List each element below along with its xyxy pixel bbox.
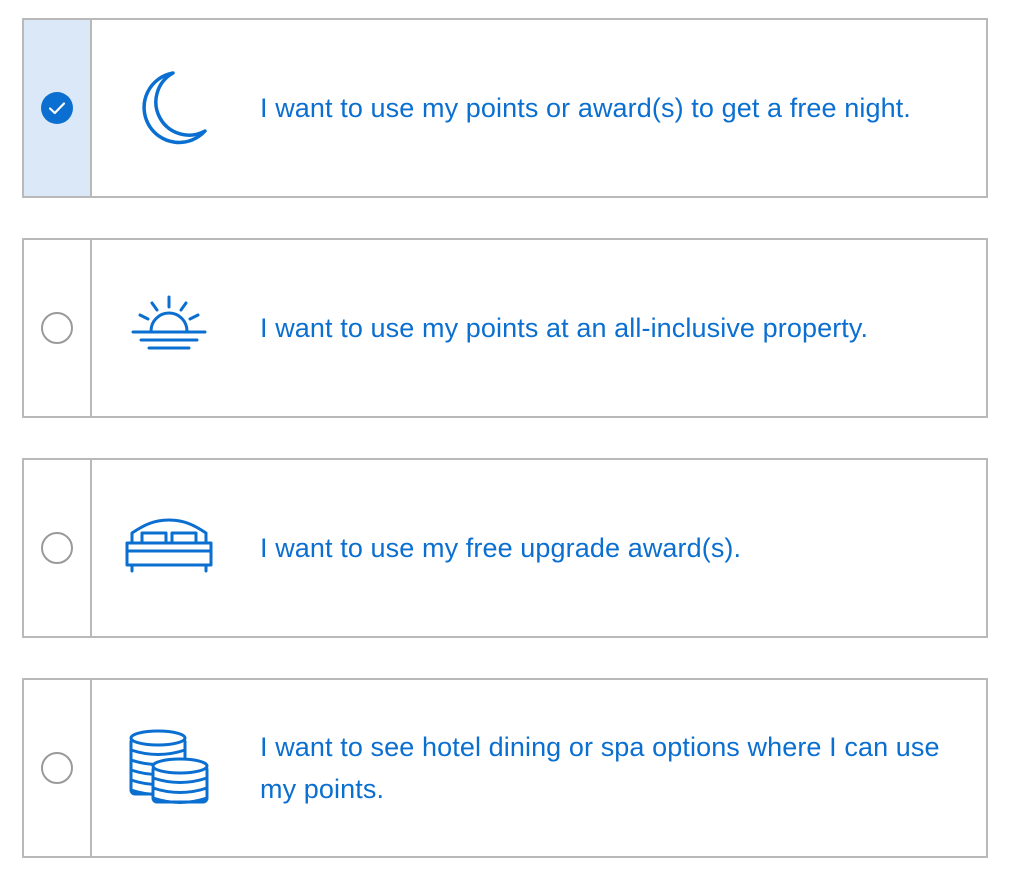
option-label: I want to use my free upgrade award(s). xyxy=(260,533,742,563)
option-select-column[interactable] xyxy=(24,20,92,196)
option-dining-spa[interactable]: I want to see hotel dining or spa option… xyxy=(22,678,988,858)
option-label: I want to see hotel dining or spa option… xyxy=(260,732,940,804)
option-select-column[interactable] xyxy=(24,240,92,416)
radio-unselected[interactable] xyxy=(41,532,73,564)
bed-icon xyxy=(124,503,214,593)
moon-icon xyxy=(124,63,214,153)
checkmark-icon xyxy=(48,102,66,115)
option-free-night[interactable]: I want to use my points or award(s) to g… xyxy=(22,18,988,198)
option-select-column[interactable] xyxy=(24,680,92,856)
option-all-inclusive[interactable]: I want to use my points at an all-inclus… xyxy=(22,238,988,418)
radio-unselected[interactable] xyxy=(41,312,73,344)
option-label: I want to use my points or award(s) to g… xyxy=(260,93,911,123)
reward-options-list: I want to use my points or award(s) to g… xyxy=(0,0,1016,882)
option-label: I want to use my points at an all-inclus… xyxy=(260,313,869,343)
option-select-column[interactable] xyxy=(24,460,92,636)
radio-selected-check[interactable] xyxy=(41,92,73,124)
coins-icon xyxy=(124,723,214,813)
sunset-icon xyxy=(124,283,214,373)
radio-unselected[interactable] xyxy=(41,752,73,784)
option-free-upgrade[interactable]: I want to use my free upgrade award(s). xyxy=(22,458,988,638)
